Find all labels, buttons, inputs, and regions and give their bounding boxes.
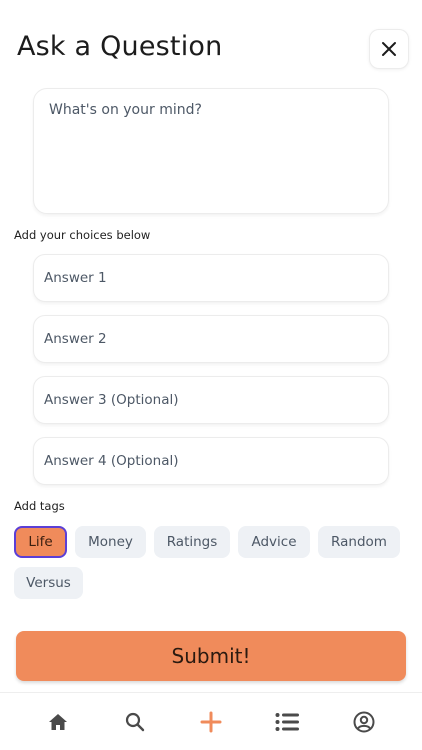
answer-2-field[interactable] <box>33 315 389 363</box>
tag-money[interactable]: Money <box>75 526 146 558</box>
tag-ratings[interactable]: Ratings <box>154 526 230 558</box>
nav-search[interactable] <box>114 701 156 743</box>
page-title: Ask a Question <box>17 31 223 62</box>
search-icon <box>125 712 144 731</box>
nav-home[interactable] <box>37 701 79 743</box>
tag-list: Life Money Ratings Advice Random Versus <box>14 526 408 599</box>
tag-advice[interactable]: Advice <box>238 526 310 558</box>
answer-2-input[interactable] <box>34 316 388 362</box>
choices-label: Add your choices below <box>14 228 151 242</box>
tag-random[interactable]: Random <box>318 526 400 558</box>
tags-label: Add tags <box>14 499 65 513</box>
answer-1-input[interactable] <box>34 255 388 301</box>
home-icon <box>49 713 68 730</box>
tag-life[interactable]: Life <box>14 526 67 558</box>
nav-ask[interactable] <box>190 701 232 743</box>
answer-4-field[interactable] <box>33 437 389 485</box>
nav-profile[interactable] <box>343 701 385 743</box>
nav-list[interactable] <box>266 701 308 743</box>
answer-1-field[interactable] <box>33 254 389 302</box>
submit-button[interactable]: Submit! <box>16 631 406 681</box>
question-input[interactable] <box>34 89 388 213</box>
header: Ask a Question <box>0 0 422 90</box>
bottom-nav <box>0 692 422 750</box>
answer-3-field[interactable] <box>33 376 389 424</box>
close-icon <box>382 42 396 56</box>
profile-icon <box>353 711 375 732</box>
answer-3-input[interactable] <box>34 377 388 423</box>
answer-4-input[interactable] <box>34 438 388 484</box>
list-icon <box>275 712 300 731</box>
question-input-box[interactable] <box>33 88 389 214</box>
tag-versus[interactable]: Versus <box>14 567 83 599</box>
close-button[interactable] <box>369 29 409 69</box>
plus-icon <box>200 711 222 732</box>
